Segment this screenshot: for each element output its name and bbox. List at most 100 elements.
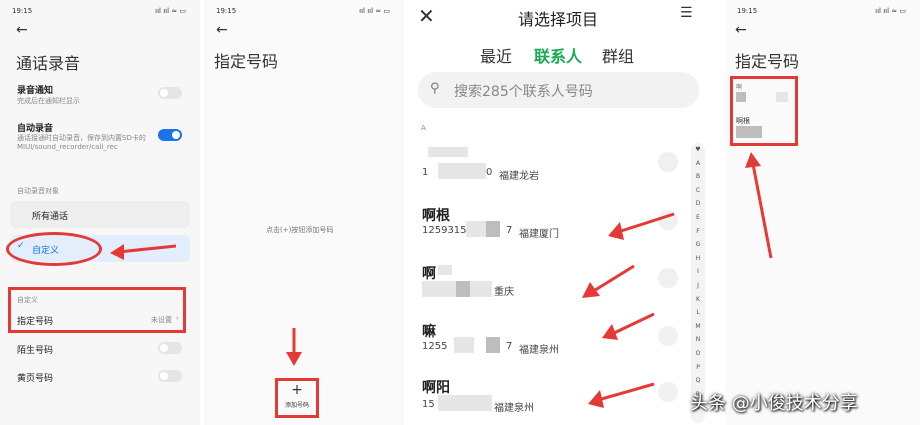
annotation-circle (6, 232, 102, 266)
number-entry[interactable]: 啊 (736, 82, 794, 110)
tab-contacts[interactable]: 联系人 (534, 43, 582, 67)
annotation-arrow-icon (588, 382, 655, 408)
auto-target-label: 自动录音对象 (17, 187, 59, 195)
blurred-number (422, 281, 456, 297)
page-title: 指定号码 (735, 52, 800, 71)
empty-hint: 点击(+)按钮添加号码 (266, 226, 334, 234)
page-title: 指定号码 (214, 52, 279, 71)
alphabet-index-letter[interactable]: D (691, 197, 705, 211)
alphabet-index-letter[interactable]: J (691, 279, 705, 293)
alphabet-index-letter[interactable]: N (691, 333, 705, 347)
alphabet-index-letter[interactable]: K (691, 293, 705, 307)
contact-location: 福建泉州 (494, 403, 534, 414)
alphabet-index-letter[interactable]: Q (691, 374, 705, 388)
alphabet-index-letter[interactable]: H (691, 252, 705, 266)
status-icons: ııl ııl ≈ ▭ (875, 7, 906, 15)
alphabet-index-letter[interactable]: M (691, 320, 705, 334)
search-icon: ⚲ (430, 81, 440, 96)
status-time: 19:15 (12, 7, 33, 15)
contact-name: 啊 (422, 266, 436, 282)
blurred-number (456, 281, 470, 297)
page-title: 请选择项目 (518, 10, 599, 29)
back-arrow-icon[interactable]: ← (735, 22, 747, 38)
blurred-number (438, 163, 486, 179)
back-arrow-icon[interactable]: ← (16, 22, 28, 38)
contact-location: 福建泉州 (519, 345, 559, 356)
tab-groups[interactable]: 群组 (602, 43, 634, 67)
status-time: 19:15 (737, 7, 758, 15)
alphabet-index-letter[interactable]: C (691, 184, 705, 198)
yellowpage-number-label: 黄页号码 (17, 374, 54, 384)
alphabet-index[interactable]: ♥ A B C D E F G H I J K L M N O P Q R S (691, 143, 705, 423)
contact-name: 啊根 (422, 208, 450, 224)
call-recording-screen: 19:15 ııl ııl ≈ ▭ ← 通话录音 录音通知 完成后在通知栏显示 … (0, 0, 200, 425)
specified-number-status: 未设置 (151, 316, 172, 324)
toggle-knob (160, 372, 168, 380)
alphabet-index-letter[interactable]: P (691, 361, 705, 375)
annotation-arrow-icon (286, 328, 302, 366)
record-notice-toggle[interactable] (158, 87, 182, 99)
auto-record-toggle[interactable] (158, 129, 182, 141)
alphabet-index-letter[interactable]: L (691, 306, 705, 320)
entry-label: 啊 (736, 84, 743, 91)
chevron-right-icon: › (176, 314, 179, 322)
specified-number-row[interactable]: 指定号码 未设置 › (12, 309, 182, 329)
select-all-icon[interactable]: ☰ (680, 5, 693, 21)
contact-number: 1259315 (422, 225, 467, 236)
search-input[interactable]: ⚲ 搜索285个联系人号码 (418, 72, 699, 108)
blurred-number (486, 337, 500, 353)
record-notice-title: 录音通知 (17, 86, 54, 96)
alphabet-index-letter[interactable]: ♥ (691, 143, 705, 157)
blurred-name (438, 265, 452, 275)
contact-row[interactable]: 啊 重庆 (420, 263, 680, 303)
blurred-number (438, 395, 492, 411)
blurred-number (776, 92, 788, 102)
number-entry[interactable]: 啊根 (736, 116, 794, 144)
back-arrow-icon[interactable]: ← (216, 22, 228, 38)
status-icons: ııl ııl ≈ ▭ (155, 7, 186, 15)
contact-number-suffix: 7 (506, 225, 513, 236)
contact-location: 重庆 (494, 287, 514, 298)
contact-number-suffix: 0 (486, 167, 493, 178)
contact-checkbox[interactable] (658, 382, 678, 402)
contact-row[interactable]: 1 0 福建龙岩 (420, 147, 680, 187)
option-all-calls[interactable]: 所有通话 (10, 201, 190, 228)
auto-record-desc: 通话接通时自动录音，保存到内置SD卡的MIUI/sound_recorder/c… (17, 134, 146, 151)
close-icon[interactable]: ✕ (418, 4, 435, 28)
annotation-arrow-icon (745, 152, 773, 259)
contact-number: 1 (422, 167, 429, 178)
stranger-number-toggle[interactable] (158, 342, 182, 354)
contact-checkbox[interactable] (658, 152, 678, 172)
tab-recent[interactable]: 最近 (480, 43, 512, 67)
blurred-name (428, 147, 468, 157)
alphabet-index-letter[interactable]: I (691, 265, 705, 279)
search-placeholder: 搜索285个联系人号码 (454, 84, 593, 100)
annotation-arrow-icon (110, 244, 177, 260)
contact-picker-screen: ✕ 请选择项目 ☰ 最近 联系人 群组 ⚲ 搜索285个联系人号码 A 1 0 … (408, 0, 720, 425)
alphabet-index-letter[interactable]: A (691, 157, 705, 171)
contact-number: 1255 (422, 341, 448, 352)
status-icons: ııl ııl ≈ ▭ (359, 7, 390, 15)
record-notice-desc: 完成后在通知栏显示 (17, 97, 80, 105)
annotation-arrow-icon (602, 312, 655, 340)
toggle-knob (160, 344, 168, 352)
yellowpage-number-toggle[interactable] (158, 370, 182, 382)
alphabet-index-letter[interactable]: G (691, 238, 705, 252)
specified-number-empty-screen: 19:15 ııl ııl ≈ ▭ ← 指定号码 点击(+)按钮添加号码 + 添… (204, 0, 404, 425)
toggle-knob (172, 131, 180, 139)
auto-record-title: 自动录音 (17, 124, 54, 134)
blurred-number (470, 281, 492, 297)
toggle-knob (160, 89, 168, 97)
alphabet-index-letter[interactable]: F (691, 225, 705, 239)
alphabet-index-letter[interactable]: O (691, 347, 705, 361)
option-all-label: 所有通话 (32, 212, 69, 222)
alphabet-index-letter[interactable]: E (691, 211, 705, 225)
plus-icon: + (291, 382, 303, 398)
contact-location: 福建龙岩 (499, 171, 539, 182)
contact-checkbox[interactable] (658, 326, 678, 346)
add-number-label: 添加号码 (284, 402, 309, 409)
add-number-button[interactable]: + 添加号码 (281, 383, 313, 413)
contact-checkbox[interactable] (658, 268, 678, 288)
alphabet-index-letter[interactable]: B (691, 170, 705, 184)
blurred-number (486, 221, 500, 237)
